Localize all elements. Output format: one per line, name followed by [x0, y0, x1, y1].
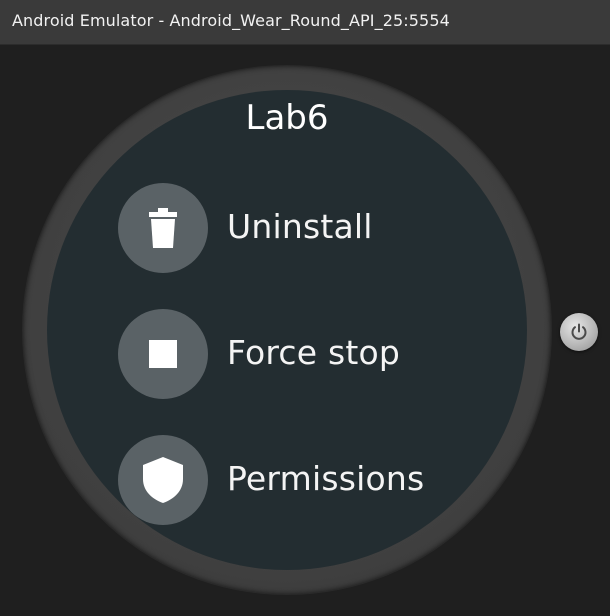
stop-icon	[149, 340, 177, 368]
uninstall-icon-button[interactable]	[118, 183, 208, 273]
window-titlebar[interactable]: Android Emulator - Android_Wear_Round_AP…	[0, 0, 610, 45]
app-title: Lab6	[245, 98, 329, 138]
trash-icon	[149, 208, 177, 248]
power-icon	[571, 323, 587, 340]
menu-item-uninstall[interactable]: Uninstall	[118, 183, 448, 273]
menu-item-label: Force stop	[227, 333, 401, 372]
shield-icon	[143, 457, 183, 503]
menu-item-label: Uninstall	[227, 207, 373, 246]
window-title: Android Emulator - Android_Wear_Round_AP…	[12, 11, 450, 30]
menu-item-force-stop[interactable]: Force stop	[118, 309, 448, 399]
menu-item-permissions[interactable]: Permissions	[118, 435, 448, 525]
menu-item-label: Permissions	[227, 459, 425, 498]
permissions-icon-button[interactable]	[118, 435, 208, 525]
force-stop-icon-button[interactable]	[118, 309, 208, 399]
power-button[interactable]	[560, 313, 598, 351]
